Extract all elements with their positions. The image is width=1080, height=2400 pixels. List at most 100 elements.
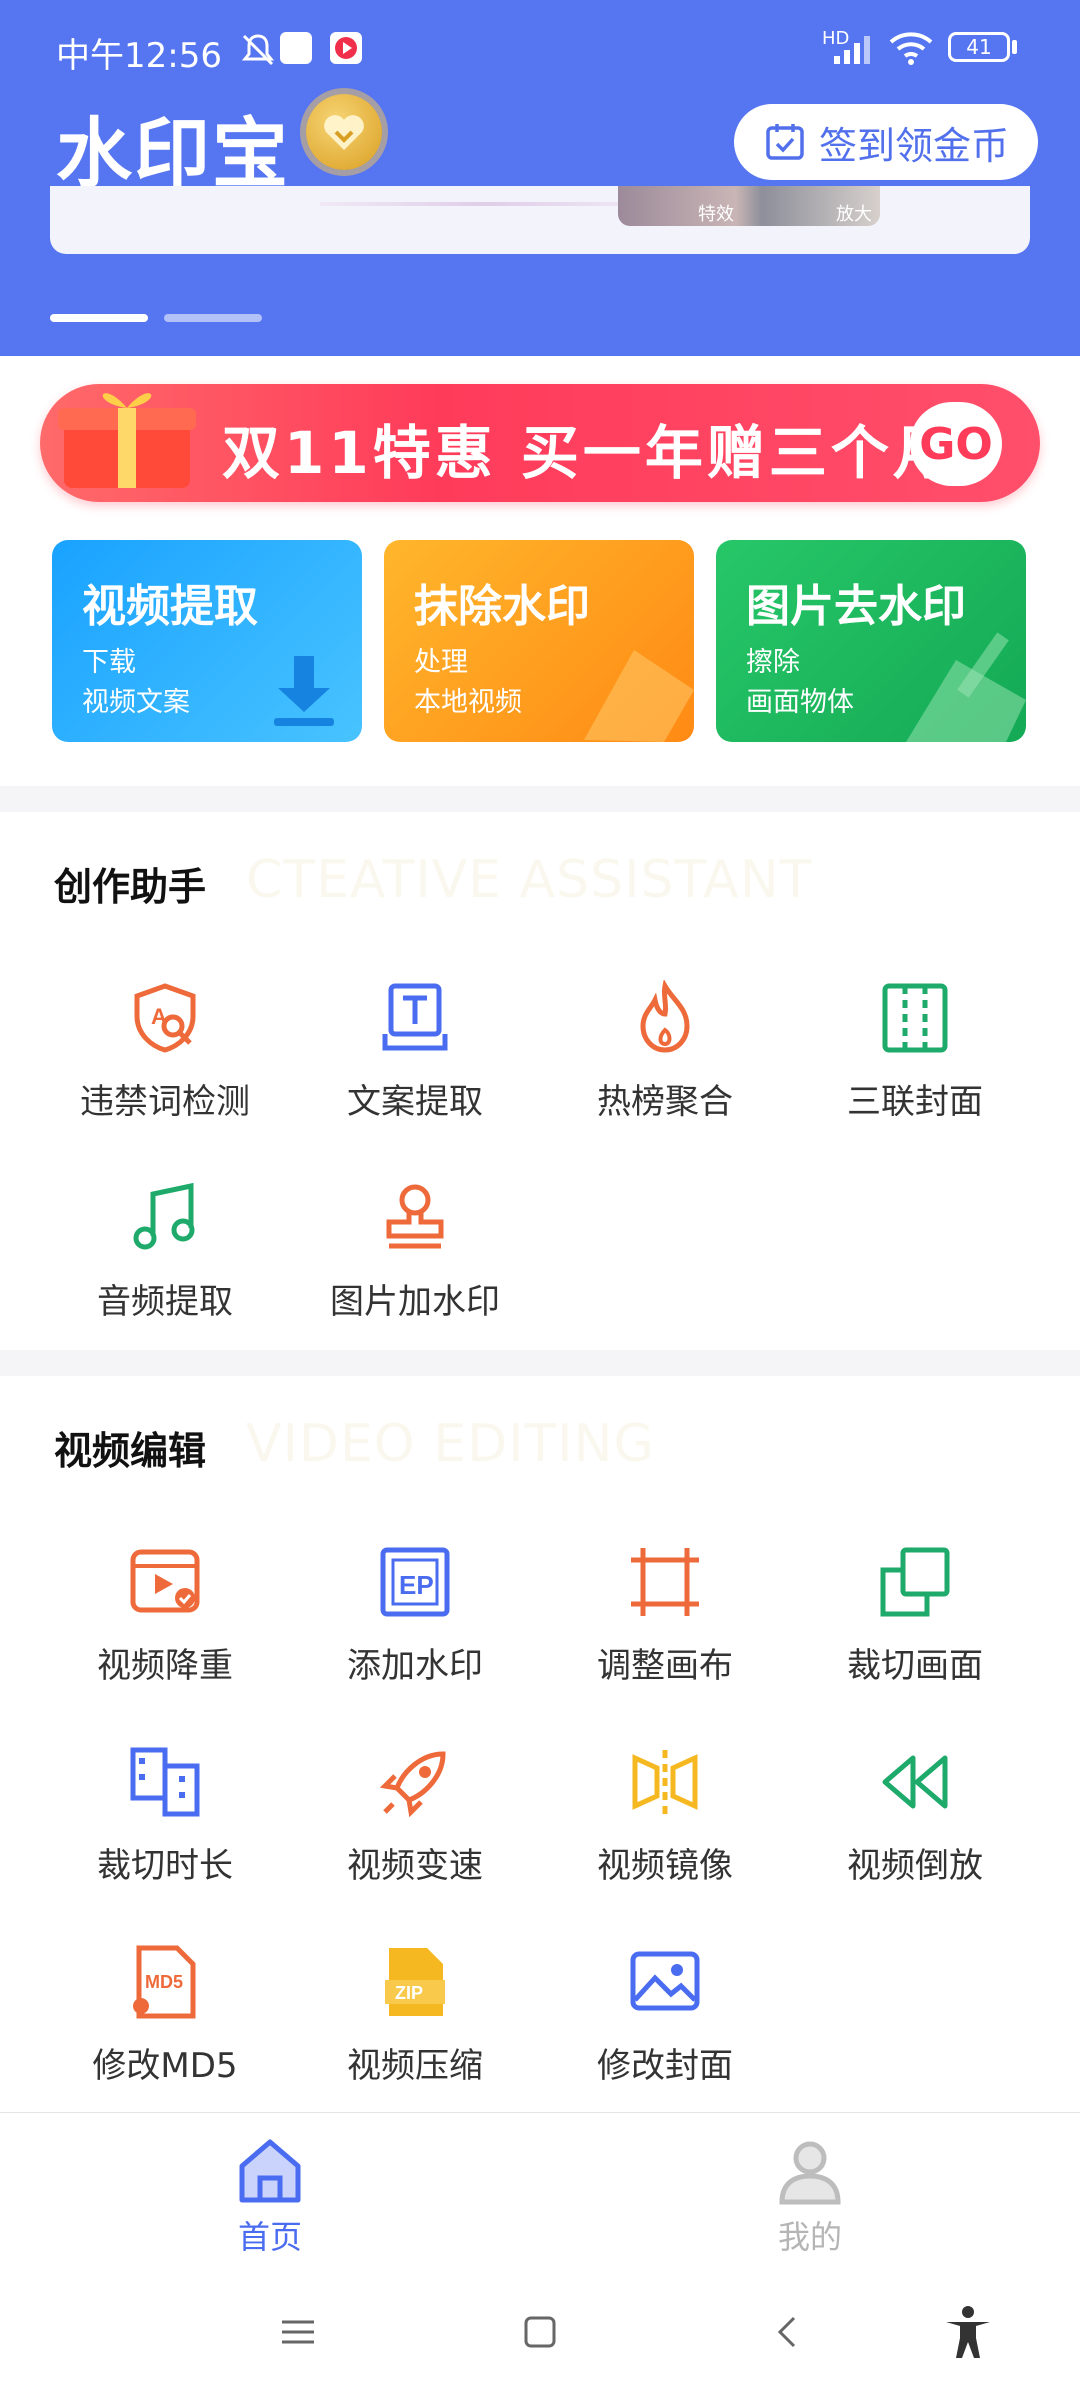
feature-line2: 画面物体 xyxy=(746,687,854,718)
tool-label: 调整画布 xyxy=(597,1646,733,1686)
tool-modify-md5[interactable]: MD5 修改MD5 xyxy=(40,1944,290,2114)
accessibility-icon[interactable] xyxy=(940,2304,996,2364)
tool-video-compress[interactable]: ZIP 视频压缩 xyxy=(290,1944,540,2114)
tool-label: 三联封面 xyxy=(847,1082,983,1122)
tool-banned-word-check[interactable]: A 违禁词检测 xyxy=(40,980,290,1150)
carousel-dot xyxy=(164,314,262,322)
tool-video-speed[interactable]: 视频变速 xyxy=(290,1744,540,1914)
tool-adjust-canvas[interactable]: 调整画布 xyxy=(540,1544,790,1714)
mute-icon xyxy=(238,30,278,74)
image-icon xyxy=(630,1951,700,2011)
vip-heart-badge-icon[interactable] xyxy=(306,94,382,170)
tool-audio-extract[interactable]: 音频提取 xyxy=(40,1180,290,1350)
tool-label: 修改MD5 xyxy=(92,2046,238,2086)
feature-title: 视频提取 xyxy=(82,581,258,632)
stamp-icon xyxy=(386,1184,444,1249)
tool-video-mirror[interactable]: 视频镜像 xyxy=(540,1744,790,1914)
shield-search-icon: A xyxy=(134,983,196,1053)
tool-label: 视频压缩 xyxy=(347,2046,483,2086)
feature-line2: 本地视频 xyxy=(414,687,522,718)
tool-modify-cover[interactable]: 修改封面 xyxy=(540,1944,790,2114)
menu-icon[interactable] xyxy=(278,2312,318,2356)
banner-carousel[interactable]: 特效 放大 xyxy=(50,186,1030,254)
carousel-dot-active xyxy=(50,314,148,322)
tool-label: 违禁词检测 xyxy=(80,1082,250,1122)
rocket-icon xyxy=(379,1751,446,1818)
video-section-title: 视频编辑 xyxy=(54,1429,207,1473)
section-separator xyxy=(0,1350,1080,1376)
nav-mine-label: 我的 xyxy=(777,2218,842,2256)
svg-text:MD5: MD5 xyxy=(145,1972,183,1992)
signal-icon xyxy=(832,32,876,70)
md5-file-icon: MD5 xyxy=(133,1945,196,2019)
feature-image-remove-watermark[interactable]: 图片去水印 擦除 画面物体 xyxy=(716,540,1026,742)
svg-text:ZIP: ZIP xyxy=(395,1983,423,2003)
film-cut-icon xyxy=(130,1747,200,1817)
watermark-icon: EP xyxy=(380,1547,450,1617)
crop-canvas-icon xyxy=(631,1548,699,1616)
tool-cut-duration[interactable]: 裁切时长 xyxy=(40,1744,290,1914)
feature-remove-watermark[interactable]: 抹除水印 处理 本地视频 xyxy=(384,540,694,742)
nav-home-label: 首页 xyxy=(237,2218,302,2256)
app-notify-icon xyxy=(280,32,312,64)
back-icon[interactable] xyxy=(768,2312,808,2356)
battery-icon: 41 xyxy=(948,32,1010,62)
bottom-nav xyxy=(0,2112,1080,2293)
home-icon xyxy=(239,2139,301,2203)
broom-icon xyxy=(906,632,1026,742)
gift-box-icon xyxy=(52,378,202,498)
tool-label: 文案提取 xyxy=(347,1082,483,1122)
home-square-icon[interactable] xyxy=(520,2312,560,2356)
tool-video-dedup[interactable]: 视频降重 xyxy=(40,1544,290,1714)
flame-icon xyxy=(640,980,690,1053)
checkin-button[interactable]: 签到领金币 xyxy=(734,104,1038,180)
battery-level: 41 xyxy=(966,35,992,59)
checkin-label: 签到领金币 xyxy=(818,123,1009,168)
feature-line1: 下载 xyxy=(82,647,136,678)
creative-section-title: 创作助手 xyxy=(54,865,207,909)
nav-mine[interactable]: 我的 xyxy=(760,2136,860,2256)
tool-label: 修改封面 xyxy=(597,2046,733,2086)
tool-video-reverse[interactable]: 视频倒放 xyxy=(790,1744,1040,1914)
calendar-check-icon xyxy=(766,124,804,160)
promo-go-button[interactable]: GO xyxy=(910,402,1002,486)
tool-crop-frame[interactable]: 裁切画面 xyxy=(790,1544,1040,1714)
nav-home[interactable]: 首页 xyxy=(220,2136,320,2256)
feature-line2: 视频文案 xyxy=(82,687,190,718)
download-icon xyxy=(274,656,334,726)
tool-triple-cover[interactable]: 三联封面 xyxy=(790,980,1040,1150)
banner-deco-line xyxy=(320,202,650,206)
mirror-icon xyxy=(632,1750,698,1814)
section-separator xyxy=(0,786,1080,812)
tool-label: 裁切画面 xyxy=(847,1646,983,1686)
creative-section-subtitle: CTEATIVE ASSISTANT xyxy=(246,850,813,910)
feature-line1: 处理 xyxy=(414,647,468,678)
music-note-icon xyxy=(133,1182,195,1250)
tool-label: 图片加水印 xyxy=(330,1282,500,1322)
tool-label: 视频变速 xyxy=(347,1846,483,1886)
tool-text-extract[interactable]: 文案提取 xyxy=(290,980,540,1150)
video-section-subtitle: VIDEO EDITING xyxy=(246,1414,655,1474)
text-extract-icon xyxy=(382,983,448,1051)
tool-label: 添加水印 xyxy=(347,1646,483,1686)
svg-text:EP: EP xyxy=(399,1570,434,1600)
banner-tag-zoom: 放大 xyxy=(836,204,872,225)
banner-tag-effect: 特效 xyxy=(698,204,734,225)
crop-frame-icon xyxy=(880,1547,950,1617)
wifi-icon xyxy=(888,30,934,70)
tool-label: 视频镜像 xyxy=(597,1846,733,1886)
promo-text: 双11特惠 买一年赠三个月 xyxy=(222,419,955,487)
tool-add-watermark[interactable]: EP 添加水印 xyxy=(290,1544,540,1714)
battery-tip xyxy=(1012,40,1017,54)
feature-video-extract[interactable]: 视频提取 下载 视频文案 xyxy=(52,540,362,742)
triple-cover-icon xyxy=(882,983,948,1053)
tool-hot-list[interactable]: 热榜聚合 xyxy=(540,980,790,1150)
user-icon xyxy=(779,2141,841,2205)
tool-image-add-watermark[interactable]: 图片加水印 xyxy=(290,1180,540,1350)
tool-label: 裁切时长 xyxy=(97,1846,233,1886)
feature-line1: 擦除 xyxy=(746,647,800,678)
rewind-icon xyxy=(882,1755,948,1809)
tool-label: 视频倒放 xyxy=(847,1846,983,1886)
tool-label: 音频提取 xyxy=(97,1282,233,1322)
video-check-icon xyxy=(130,1549,200,1613)
